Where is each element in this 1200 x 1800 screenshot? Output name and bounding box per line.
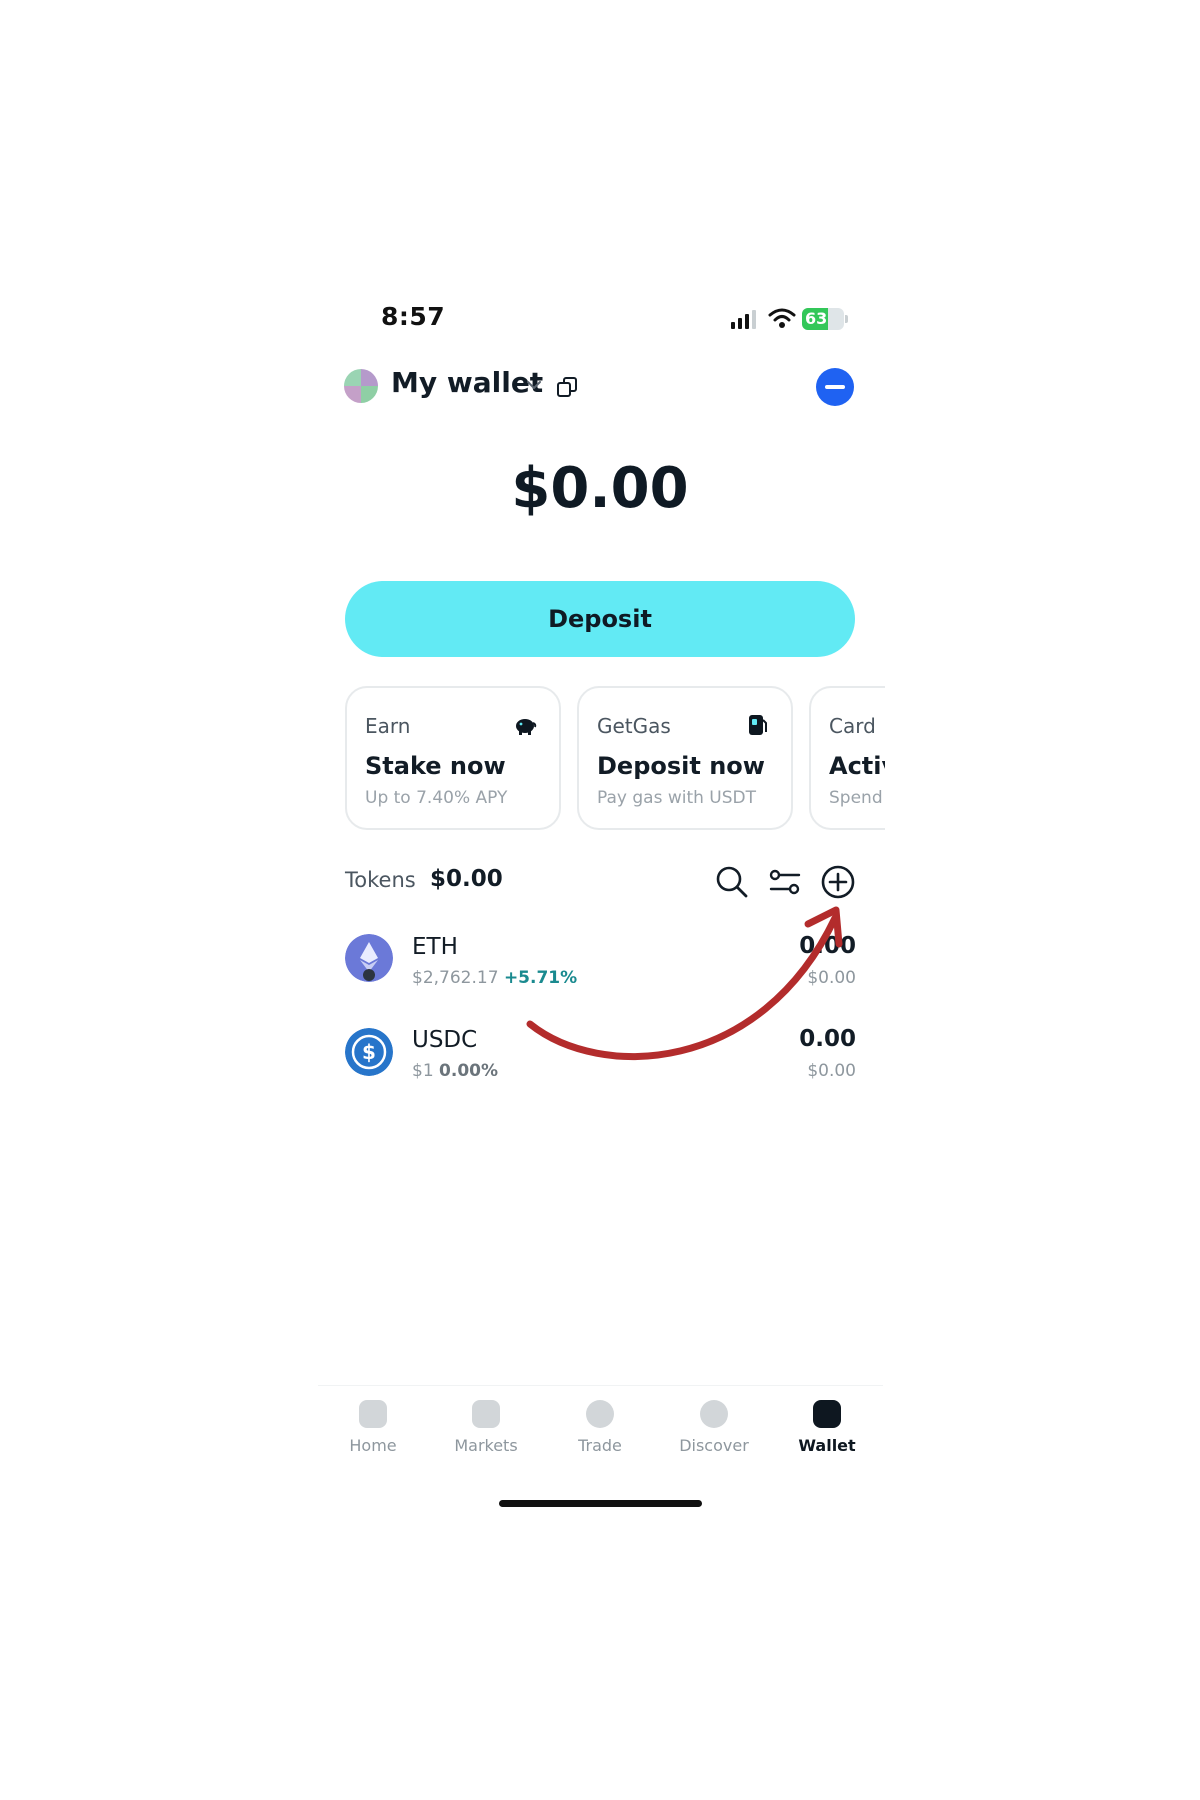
home-indicator	[499, 1500, 702, 1507]
card-subtext: Pay gas with USDT	[597, 788, 757, 808]
filter-icon[interactable]	[768, 866, 802, 898]
search-icon[interactable]	[715, 865, 749, 899]
nav-wallet[interactable]: Wallet	[772, 1400, 882, 1455]
deposit-button[interactable]: Deposit	[345, 581, 855, 657]
card-card[interactable]: Card Activ Spend	[809, 686, 885, 830]
token-amount: 0.00	[799, 933, 856, 959]
token-symbol[interactable]: ETH	[412, 934, 458, 960]
home-icon	[359, 1400, 387, 1428]
token-price: $2,762.17	[412, 968, 499, 988]
token-value: $0.00	[807, 968, 856, 988]
token-value: $0.00	[807, 1061, 856, 1081]
nav-label: Wallet	[798, 1436, 856, 1455]
piggy-bank-icon	[516, 719, 537, 735]
usdc-icon: $	[345, 1028, 393, 1076]
wallet-avatar[interactable]	[344, 369, 378, 403]
copy-icon[interactable]	[555, 375, 579, 399]
battery-indicator: 63	[802, 308, 844, 330]
nav-divider	[318, 1385, 883, 1386]
card-subtext: Up to 7.40% APY	[365, 788, 508, 808]
card-label: GetGas	[597, 714, 671, 738]
battery-percent: 63	[805, 309, 828, 328]
usdc-logo: $	[345, 1028, 393, 1080]
nav-label: Home	[349, 1436, 397, 1455]
getgas-card[interactable]: GetGas Deposit now Pay gas with USDT	[577, 686, 793, 830]
nav-label: Trade	[578, 1436, 622, 1455]
card-headline: Stake now	[365, 752, 506, 780]
card-headline: Deposit now	[597, 752, 765, 780]
wallet-name[interactable]: My wallet	[391, 366, 543, 399]
annotation-arrow	[526, 906, 843, 1060]
profile-button[interactable]	[816, 368, 854, 406]
promo-cards: Earn Stake now Up to 7.40% APY GetGas De…	[345, 686, 885, 830]
eth-icon	[345, 934, 393, 982]
token-price-row: $2,762.17 +5.71%	[412, 968, 577, 988]
token-change: +5.71%	[503, 968, 578, 988]
token-symbol[interactable]: USDC	[412, 1027, 477, 1053]
card-label: Card	[829, 714, 876, 738]
wallet-icon	[813, 1400, 841, 1428]
card-headline: Activ	[829, 752, 885, 780]
card-label: Earn	[365, 714, 411, 738]
compass-icon	[700, 1400, 728, 1428]
cellular-signal-icon	[731, 310, 756, 329]
card-subtext: Spend	[829, 788, 883, 808]
nav-home[interactable]: Home	[318, 1400, 428, 1455]
add-token-icon[interactable]	[820, 864, 856, 900]
trade-swap-icon	[586, 1400, 614, 1428]
svg-text:$: $	[362, 1040, 376, 1064]
token-change: 0.00%	[439, 1061, 499, 1081]
status-time: 8:57	[381, 302, 446, 331]
nav-label: Markets	[454, 1436, 518, 1455]
tokens-total: $0.00	[430, 866, 503, 892]
total-balance: $0.00	[511, 456, 689, 521]
token-price: $1	[412, 1061, 434, 1081]
token-amount: 0.00	[799, 1026, 856, 1052]
markets-chart-icon	[472, 1400, 500, 1428]
earn-card[interactable]: Earn Stake now Up to 7.40% APY	[345, 686, 561, 830]
chevron-down-icon[interactable]	[525, 378, 543, 392]
nav-trade[interactable]: Trade	[545, 1400, 655, 1455]
nav-label: Discover	[679, 1436, 749, 1455]
wifi-icon	[768, 308, 796, 328]
tokens-label: Tokens	[345, 868, 416, 892]
token-price-row: $1 0.00%	[412, 1061, 498, 1081]
eth-logo	[345, 934, 393, 986]
gas-pump-icon	[749, 715, 767, 735]
nav-discover[interactable]: Discover	[659, 1400, 769, 1455]
nav-markets[interactable]: Markets	[431, 1400, 541, 1455]
battery-tip	[845, 315, 848, 323]
